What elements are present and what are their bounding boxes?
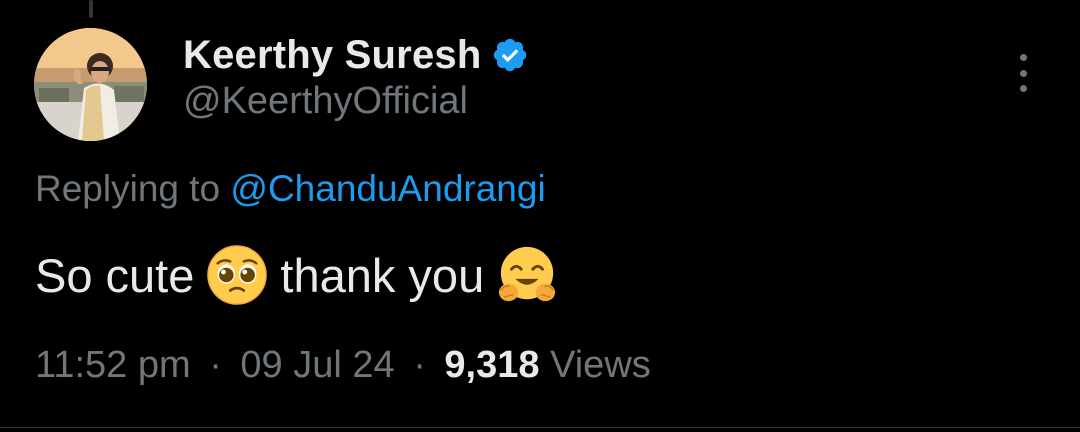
reply-mention-link[interactable]: @ChanduAndrangi bbox=[230, 168, 545, 209]
avatar[interactable] bbox=[34, 28, 147, 141]
replying-to-label: Replying to bbox=[35, 168, 221, 209]
replying-to-line: Replying to @ChanduAndrangi bbox=[35, 168, 546, 210]
hugging-face-emoji-icon bbox=[499, 246, 556, 302]
views-count[interactable]: 9,318 bbox=[444, 344, 539, 386]
more-dot-icon bbox=[1019, 54, 1027, 61]
thread-connector-line bbox=[89, 0, 93, 18]
tweet-text: So cute thank you bbox=[35, 244, 558, 306]
more-dot-icon bbox=[1019, 69, 1027, 77]
more-dot-icon bbox=[1019, 85, 1027, 92]
separator-dot: · bbox=[413, 344, 426, 386]
avatar-photo bbox=[34, 28, 147, 141]
author-handle[interactable]: @KeerthyOfficial bbox=[183, 80, 468, 123]
more-options-button[interactable] bbox=[1008, 50, 1038, 96]
tweet-text-part2: thank you bbox=[280, 248, 485, 302]
tweet-date[interactable]: 09 Jul 24 bbox=[240, 344, 394, 386]
author-display-name[interactable]: Keerthy Suresh bbox=[183, 33, 481, 78]
tweet-time[interactable]: 11:52 pm bbox=[35, 344, 191, 386]
pleading-face-emoji-icon bbox=[207, 245, 268, 305]
separator-dot: · bbox=[209, 344, 222, 386]
tweet-text-part1: So cute bbox=[35, 248, 195, 302]
bottom-divider bbox=[0, 427, 1080, 428]
verified-badge-icon bbox=[494, 38, 527, 72]
views-label: Views bbox=[550, 344, 651, 386]
author-name-row: Keerthy Suresh bbox=[183, 30, 529, 80]
tweet-metadata: 11:52 pm · 09 Jul 24 · 9,318 Views bbox=[35, 344, 651, 387]
